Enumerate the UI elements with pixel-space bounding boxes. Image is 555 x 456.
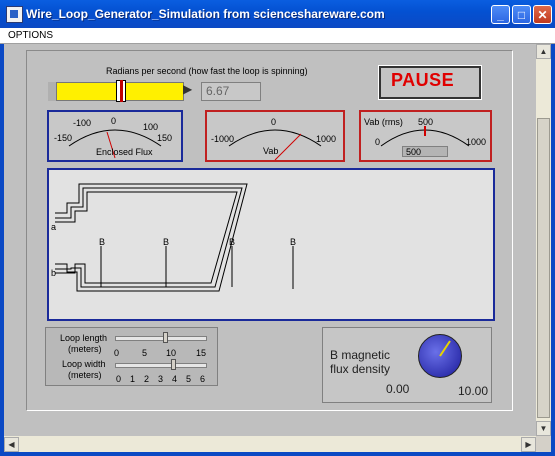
- loop-width-label: Loop width: [62, 359, 106, 369]
- rms-tick-1000: 1000: [466, 137, 487, 147]
- loop-length-label: Loop length: [60, 333, 108, 343]
- loop-diagram: [55, 183, 294, 292]
- b-field-label-1: B: [99, 237, 106, 247]
- vab-meter-label: Vab: [263, 146, 279, 156]
- vab-tick-neg1000: -1000: [211, 134, 235, 144]
- flux-tick-neg150: -150: [54, 133, 73, 143]
- vab-tick-0: 0: [271, 117, 277, 127]
- b-field-label-line2: flux density: [330, 362, 391, 376]
- b-field-label-2: B: [163, 237, 170, 247]
- window-title: Wire_Loop_Generator_Simulation from scie…: [26, 7, 385, 21]
- loop-length-tick-0: 0: [114, 348, 120, 358]
- scroll-up-button[interactable]: ▲: [536, 44, 551, 59]
- app-icon[interactable]: [6, 6, 23, 23]
- loop-width-tick-0: 0: [116, 374, 122, 384]
- b-field-label-3: B: [229, 237, 236, 247]
- loop-width-tick-6: 6: [200, 374, 206, 384]
- loop-width-tick-5: 5: [186, 374, 192, 384]
- loop-length-thumb[interactable]: [163, 332, 168, 343]
- b-field-label-line1: B magnetic: [330, 348, 391, 362]
- b-field-knob-indicator: [439, 340, 451, 357]
- vab-tick-1000: 1000: [316, 134, 337, 144]
- loop-width-tick-2: 2: [144, 374, 150, 384]
- flux-tick-150: 150: [157, 133, 173, 143]
- speed-value[interactable]: 6.67: [201, 82, 261, 101]
- speed-arrow-icon[interactable]: ▶: [183, 82, 192, 96]
- maximize-button[interactable]: □: [512, 5, 531, 24]
- flux-meter-label: Enclosed Flux: [96, 147, 153, 157]
- loop-width-tick-3: 3: [158, 374, 164, 384]
- loop-width-thumb[interactable]: [171, 359, 176, 370]
- b-field-min: 0.00: [386, 382, 410, 396]
- vertical-scroll-thumb[interactable]: [537, 118, 550, 418]
- scroll-left-button[interactable]: ◀: [4, 437, 19, 452]
- loop-length-unit: (meters): [68, 344, 102, 354]
- menu-bar: [0, 28, 555, 44]
- scroll-down-button[interactable]: ▼: [536, 421, 551, 436]
- menu-options[interactable]: OPTIONS: [8, 30, 53, 41]
- b-field-label: B magnetic flux density: [330, 348, 390, 376]
- close-button[interactable]: ✕: [533, 5, 552, 24]
- rms-readout: 500: [402, 146, 448, 157]
- terminal-a-label: a: [51, 222, 57, 232]
- window-frame-right: [551, 44, 555, 456]
- maximize-icon: □: [517, 8, 526, 22]
- scroll-right-button[interactable]: ▶: [521, 437, 536, 452]
- speed-slider-marker: [120, 80, 123, 102]
- horizontal-scrollbar[interactable]: [4, 436, 536, 452]
- flux-tick-neg100: -100: [73, 118, 92, 128]
- terminal-b-label: b: [51, 268, 57, 278]
- loop-length-tick-5: 5: [142, 348, 148, 358]
- rms-tick-0: 0: [375, 137, 381, 147]
- minimize-button[interactable]: _: [491, 5, 510, 24]
- loop-width-tick-4: 4: [172, 374, 178, 384]
- rms-meter-label: Vab (rms): [364, 117, 403, 127]
- speed-label: Radians per second (how fast the loop is…: [106, 66, 308, 76]
- loop-width-unit: (meters): [68, 370, 102, 380]
- loop-width-tick-1: 1: [130, 374, 136, 384]
- flux-tick-0: 0: [111, 116, 117, 126]
- b-field-label-4: B: [290, 237, 297, 247]
- minimize-icon: _: [497, 8, 504, 22]
- loop-length-slider[interactable]: [115, 336, 207, 341]
- loop-width-slider[interactable]: [115, 363, 207, 368]
- b-field-max: 10.00: [458, 384, 489, 398]
- speed-slider-end: [48, 82, 56, 101]
- rms-tick-500: 500: [418, 117, 434, 127]
- window-frame-bottom: [0, 452, 555, 456]
- pause-label: PAUSE: [391, 70, 455, 90]
- flux-tick-100: 100: [143, 122, 159, 132]
- loop-length-tick-15: 15: [196, 348, 207, 358]
- loop-length-tick-10: 10: [166, 348, 177, 358]
- close-icon: ✕: [537, 8, 548, 22]
